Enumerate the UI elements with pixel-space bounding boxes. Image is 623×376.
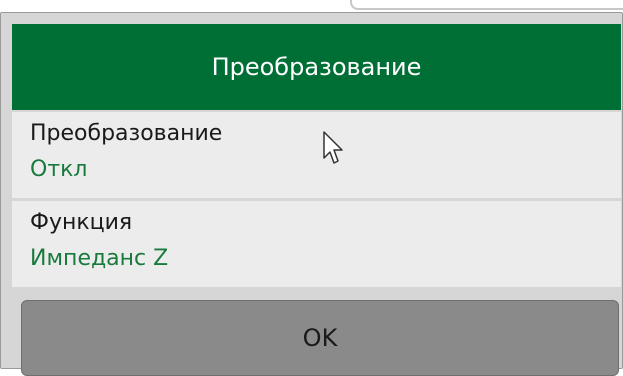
transform-setting-value: Откл (30, 157, 88, 182)
function-setting-row[interactable]: Функция Импеданс Z (12, 201, 621, 287)
transform-setting-label: Преобразование (30, 121, 223, 146)
dialog-title: Преобразование (12, 24, 621, 110)
mouse-pointer-icon (323, 131, 343, 164)
ok-button-label: OK (302, 324, 338, 352)
dialog-title-text: Преобразование (211, 53, 422, 81)
background-tab-edge (350, 0, 623, 10)
transform-dialog: Преобразование Преобразование Откл Функц… (0, 12, 623, 376)
ok-button[interactable]: OK (21, 300, 619, 376)
function-setting-label: Функция (30, 210, 133, 235)
transform-setting-row[interactable]: Преобразование Откл (12, 112, 621, 198)
function-setting-value: Импеданс Z (30, 246, 169, 271)
